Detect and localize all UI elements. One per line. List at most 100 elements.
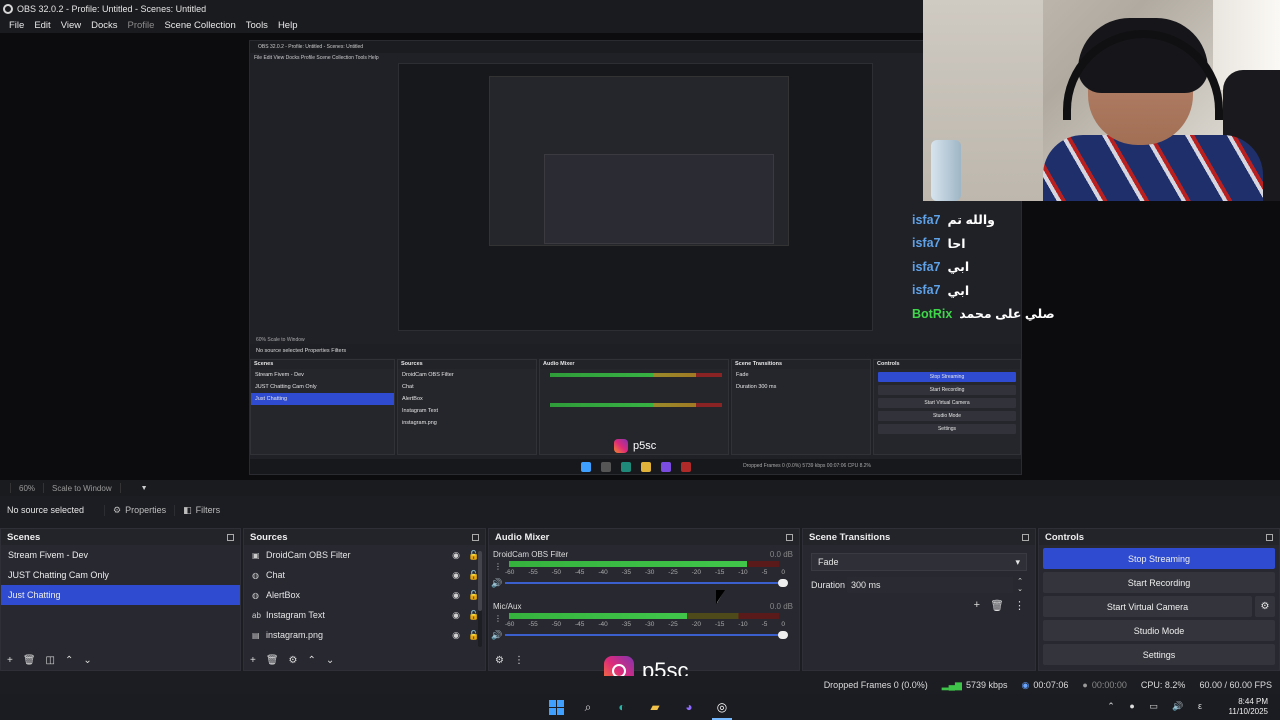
lock-icon[interactable]: 🔓	[468, 570, 479, 580]
kebab-icon[interactable]: ⋮	[494, 562, 502, 571]
undock-icon[interactable]	[786, 533, 793, 541]
meter-tick: 0	[781, 621, 785, 628]
menu-scene-collection[interactable]: Scene Collection	[159, 20, 240, 31]
advanced-audio-icon[interactable]: ⚙	[495, 655, 504, 666]
trash-icon[interactable]: 🗑	[23, 655, 36, 666]
duration-input[interactable]: 300 ms	[847, 577, 1013, 593]
gear-icon[interactable]: ⚙	[289, 655, 298, 666]
signal-icon: ▂▄▆	[941, 679, 962, 690]
menu-docks[interactable]: Docks	[86, 20, 122, 31]
search-icon[interactable]: ⌕	[580, 699, 596, 715]
start-recording-button[interactable]: Start Recording	[1043, 572, 1275, 593]
mouse-cursor	[716, 590, 725, 604]
trash-icon[interactable]: 🗑	[266, 655, 279, 666]
source-item[interactable]: ▣ DroidCam OBS Filter ◉ 🔓	[244, 545, 485, 565]
tray-icons[interactable]: ⌃ ● ▭ 🔊 ε	[1107, 701, 1208, 712]
lock-icon[interactable]: 🔓	[468, 630, 479, 640]
eye-icon[interactable]: ◉	[451, 570, 461, 580]
speaker-icon[interactable]: 🔊	[491, 630, 505, 641]
undock-icon[interactable]	[472, 533, 479, 541]
filter-icon[interactable]: ◫	[46, 655, 55, 666]
caret-down-icon[interactable]: ▼	[141, 485, 148, 492]
trash-icon[interactable]: 🗑	[990, 599, 1004, 612]
lock-icon[interactable]: 🔓	[468, 550, 479, 560]
gear-icon[interactable]: ⚙	[1255, 596, 1275, 617]
source-toolbar: No source selected ⚙ Properties ◧ Filter…	[0, 498, 1280, 522]
eye-icon[interactable]: ◉	[451, 630, 461, 640]
scene-item[interactable]: JUST Chatting Cam Only	[1, 565, 240, 585]
source-item[interactable]: ▤ instagram.png ◉ 🔓	[244, 625, 485, 645]
capture-menu: File Edit View Docks Profile Scene Colle…	[254, 55, 379, 61]
taskbar: ⌕ ◐ ▰ ◕ ◎ ⌃ ● ▭ 🔊 ε 8:44 PM 11/10/2025	[0, 694, 1280, 720]
eye-icon[interactable]: ◉	[451, 550, 461, 560]
edge-icon[interactable]: ◐	[614, 699, 630, 715]
chevron-up-icon[interactable]: ⌃	[65, 655, 73, 666]
chevron-up-icon[interactable]: ⌃	[308, 655, 316, 666]
kebab-icon[interactable]: ⋮	[1014, 599, 1025, 612]
start-virtual-camera-button[interactable]: Start Virtual Camera	[1043, 596, 1252, 617]
chat-text: والله تم	[947, 213, 995, 228]
speaker-icon[interactable]: 🔊	[491, 578, 505, 589]
volume-slider[interactable]: 🔊	[491, 577, 788, 589]
chevron-down-icon[interactable]: ⌄	[83, 655, 91, 666]
file-explorer-icon[interactable]: ▰	[647, 699, 663, 715]
filters-button[interactable]: ◧ Filters	[174, 504, 220, 516]
chrome-icon[interactable]: ◕	[681, 699, 697, 715]
studio-mode-button[interactable]: Studio Mode	[1043, 620, 1275, 641]
menu-file[interactable]: File	[4, 20, 29, 31]
transition-value: Fade	[818, 557, 839, 567]
meter-tick: -30	[644, 569, 655, 576]
chat-user: isfa7	[912, 283, 941, 298]
source-item[interactable]: ◍ Chat ◉ 🔓	[244, 565, 485, 585]
properties-button[interactable]: ⚙ Properties	[104, 504, 166, 516]
clock-time: 8:44 PM	[1238, 697, 1268, 706]
lock-icon[interactable]: 🔓	[468, 610, 479, 620]
chat-message: isfa7 ابي	[912, 255, 1112, 279]
spin-icon[interactable]: ⌃ ⌄	[1013, 577, 1027, 593]
eye-icon[interactable]: ◉	[451, 610, 461, 620]
scene-item[interactable]: Stream Fivem - Dev	[1, 545, 240, 565]
meter-tick: -30	[644, 621, 655, 628]
zoom-level[interactable]: 60%	[19, 484, 35, 493]
slider-handle[interactable]	[778, 631, 788, 639]
sources-scrollbar[interactable]	[478, 551, 482, 647]
lock-icon[interactable]: 🔓	[468, 590, 479, 600]
stop-streaming-button[interactable]: Stop Streaming	[1043, 548, 1275, 569]
chat-user: BotRix	[912, 306, 953, 321]
kebab-icon[interactable]: ⋮	[514, 655, 524, 666]
menu-help[interactable]: Help	[273, 20, 303, 31]
kebab-icon[interactable]: ⋮	[494, 614, 502, 623]
meter-tick: -5	[761, 569, 768, 576]
capture-source-item: Instagram Text	[402, 408, 438, 414]
undock-icon[interactable]	[1266, 533, 1273, 541]
chat-overlay: isfa7 والله تم isfa7 احا isfa7 ابي isfa7…	[912, 208, 1112, 326]
menu-profile[interactable]: Profile	[123, 20, 160, 31]
scene-item-selected[interactable]: Just Chatting	[1, 585, 240, 605]
slider-track[interactable]	[505, 631, 788, 639]
slider-handle[interactable]	[778, 579, 788, 587]
undock-icon[interactable]	[1022, 533, 1029, 541]
slider-track[interactable]	[505, 579, 788, 587]
menu-edit[interactable]: Edit	[29, 20, 55, 31]
windows-start-icon[interactable]	[548, 699, 564, 715]
menu-view[interactable]: View	[56, 20, 86, 31]
clock[interactable]: 8:44 PM 11/10/2025	[1229, 697, 1268, 717]
chevron-down-icon[interactable]: ⌄	[326, 655, 334, 666]
undock-icon[interactable]	[227, 533, 234, 541]
divider	[43, 483, 45, 493]
transition-select[interactable]: Fade ▾	[811, 553, 1027, 571]
settings-button[interactable]: Settings	[1043, 644, 1275, 665]
obs-taskbar-icon[interactable]: ◎	[714, 699, 730, 715]
menu-tools[interactable]: Tools	[241, 20, 273, 31]
capture-sources-dock: Sources DroidCam OBS Filter Chat AlertBo…	[397, 359, 537, 455]
source-item[interactable]: ab Instagram Text ◉ 🔓	[244, 605, 485, 625]
add-icon[interactable]: +	[7, 655, 13, 666]
scale-to-window[interactable]: Scale to Window	[52, 484, 112, 493]
eye-icon[interactable]: ◉	[451, 590, 461, 600]
volume-slider[interactable]: 🔊	[491, 629, 788, 641]
add-icon[interactable]: +	[974, 599, 980, 612]
add-icon[interactable]: +	[250, 655, 256, 666]
clock-date: 11/10/2025	[1228, 707, 1268, 716]
chat-text: ابي	[947, 260, 970, 275]
source-item[interactable]: ◍ AlertBox ◉ 🔓	[244, 585, 485, 605]
